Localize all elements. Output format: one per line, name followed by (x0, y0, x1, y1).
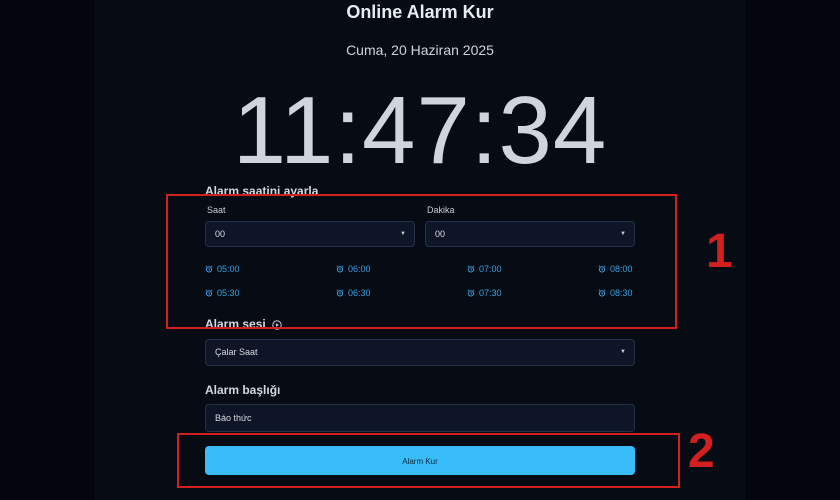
digital-clock: 11:47:34 (232, 77, 608, 184)
alarm-sound-select[interactable]: Çalar Saat ▼ (205, 339, 635, 366)
annotation-box-2 (177, 433, 680, 488)
page-title: Online Alarm Kur (346, 2, 494, 22)
annotation-number-1: 1 (706, 225, 733, 278)
chevron-down-icon: ▼ (620, 349, 626, 355)
alarm-title-section-label: Alarm başlığı (205, 383, 281, 397)
current-date: Cuma, 20 Haziran 2025 (346, 42, 494, 58)
alarm-title-input[interactable]: Báo thức (205, 404, 635, 432)
alarm-sound-value: Çalar Saat (215, 347, 258, 357)
annotation-number-2: 2 (688, 425, 715, 478)
annotation-box-1 (166, 194, 677, 329)
